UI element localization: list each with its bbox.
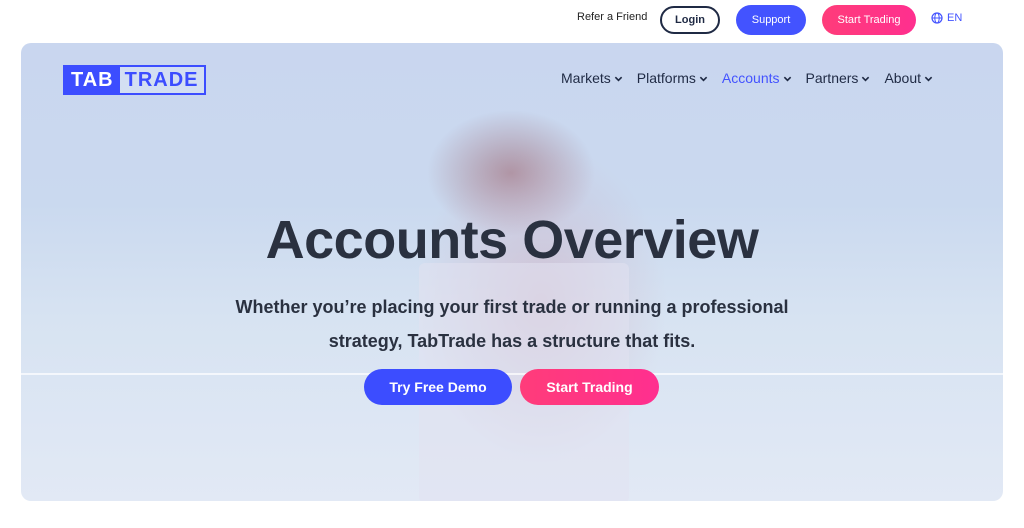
start-trading-top-button[interactable]: Start Trading <box>822 5 916 35</box>
hero-subtitle-line-2: strategy, TabTrade has a structure that … <box>328 331 696 351</box>
nav-item-platforms[interactable]: Platforms <box>637 70 708 86</box>
nav-item-label: Partners <box>805 70 859 86</box>
chevron-down-icon <box>924 76 933 81</box>
try-free-demo-button[interactable]: Try Free Demo <box>364 369 512 405</box>
logo-part-tab: TAB <box>65 67 120 93</box>
chevron-down-icon <box>783 76 791 81</box>
nav-item-label: About <box>884 70 922 86</box>
nav-item-label: Accounts <box>721 70 780 86</box>
nav-item-accounts[interactable]: Accounts <box>722 70 792 86</box>
tabtrade-logo[interactable]: TAB TRADE <box>63 65 206 95</box>
nav-item-label: Platforms <box>636 70 696 86</box>
nav-item-markets[interactable]: Markets <box>561 70 623 86</box>
nav-item-label: Markets <box>561 70 611 86</box>
logo-part-trade: TRADE <box>119 67 204 93</box>
refer-a-friend-link[interactable]: Refer a Friend <box>577 11 647 23</box>
nav-item-about[interactable]: About <box>884 70 933 86</box>
nav-item-partners[interactable]: Partners <box>806 70 871 86</box>
language-label: EN <box>947 12 963 24</box>
hero-horizon-line <box>21 373 1003 375</box>
hero-subtitle: Whether you’re placing your first trade … <box>211 290 813 358</box>
chevron-down-icon <box>614 76 623 81</box>
start-trading-hero-button[interactable]: Start Trading <box>520 369 659 405</box>
hero-section: TAB TRADE Markets Platforms Accounts Par… <box>21 43 1003 501</box>
support-button[interactable]: Support <box>736 5 806 35</box>
globe-icon <box>931 12 943 24</box>
top-utility-bar: Refer a Friend Login Support Start Tradi… <box>0 0 1024 40</box>
hero-subtitle-line-1: Whether you’re placing your first trade … <box>235 297 789 317</box>
page-title: Accounts Overview <box>265 210 759 270</box>
chevron-down-icon <box>862 76 870 81</box>
chevron-down-icon <box>699 76 708 81</box>
login-button[interactable]: Login <box>660 6 720 34</box>
main-nav: Markets Platforms Accounts Partners Abou… <box>561 70 933 86</box>
language-selector[interactable]: EN <box>931 12 962 24</box>
